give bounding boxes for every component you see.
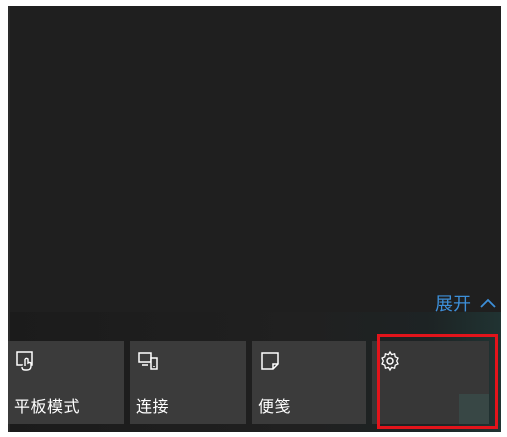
connect-label: 连接 [136, 397, 170, 416]
tile-tint [459, 394, 489, 424]
tablet-mode-tile[interactable]: 平板模式 [8, 341, 124, 424]
connect-icon [138, 352, 158, 370]
tablet-mode-label: 平板模式 [14, 397, 81, 416]
connect-tile[interactable]: 连接 [130, 341, 246, 424]
quick-action-tiles: 平板模式 连接 便笺 [8, 341, 489, 424]
note-tile[interactable]: 便笺 [252, 341, 366, 424]
expand-label: 展开 [435, 294, 471, 315]
notification-area [8, 6, 501, 312]
settings-icon [381, 350, 399, 372]
chevron-up-icon [480, 298, 496, 308]
tablet-mode-icon [16, 351, 33, 371]
expand-button[interactable]: 展开 [435, 290, 497, 316]
settings-tile[interactable] [372, 341, 489, 424]
note-icon [261, 352, 279, 370]
note-label: 便笺 [258, 397, 292, 416]
